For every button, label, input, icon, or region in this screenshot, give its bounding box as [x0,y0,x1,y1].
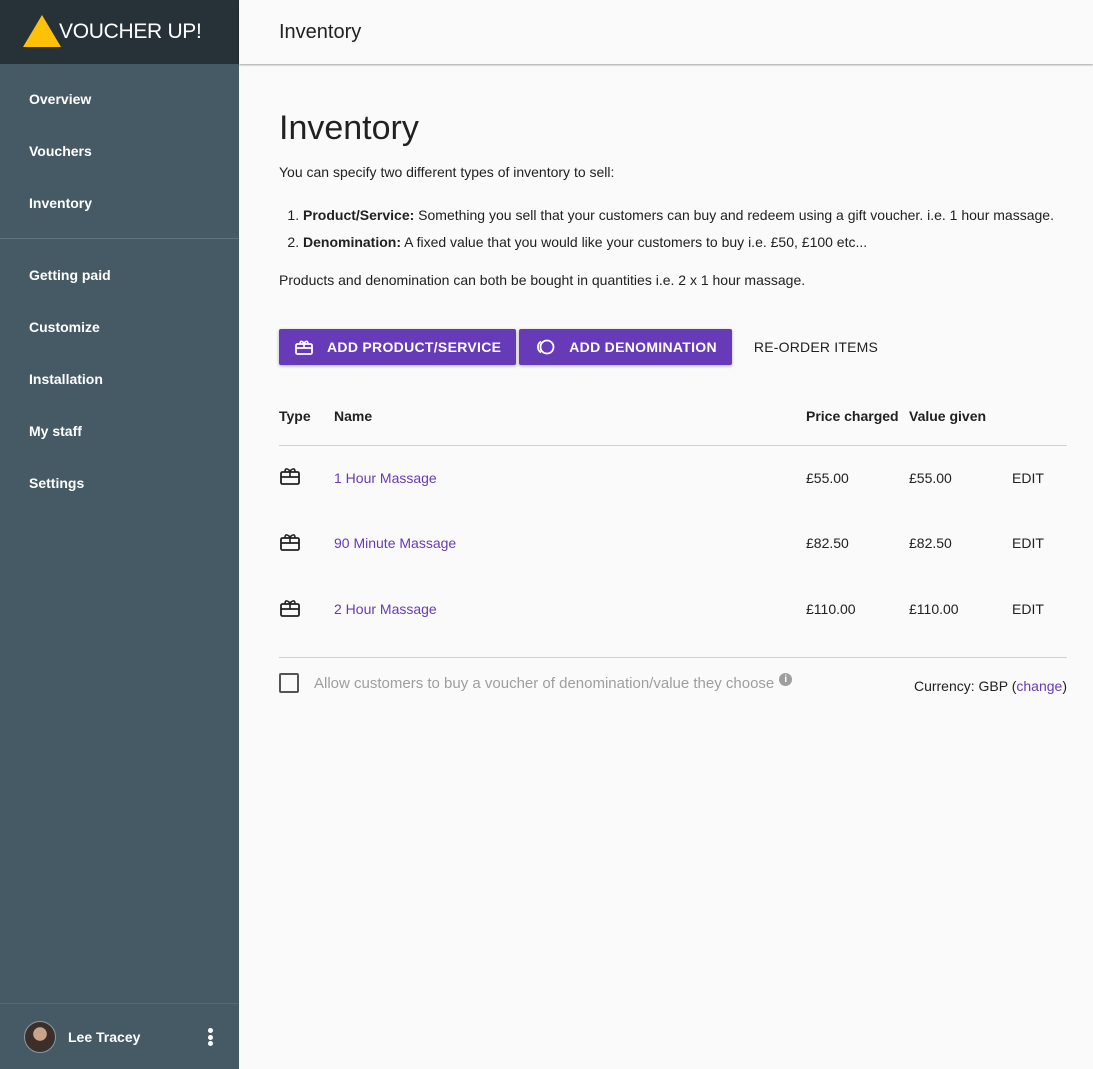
add-product-button[interactable]: ADD PRODUCT/SERVICE [279,329,517,365]
sidebar-item-overview[interactable]: Overview [0,73,239,125]
table-row: 1 Hour Massage £55.00 £55.00 EDIT [279,445,1067,510]
logo-triangle-icon [23,15,61,47]
gift-card-icon [279,599,301,621]
currency-text: Currency: GBP ( [913,678,1017,694]
price-cell: £82.50 [806,535,849,551]
gift-card-icon [295,338,313,356]
col-header-type: Type [279,388,334,446]
top-bar: Inventory [239,0,1093,64]
sidebar-nav: Overview Vouchers Inventory Getting paid… [0,64,239,509]
list-item: Denomination: A fixed value that you wou… [303,229,1054,256]
table-divider [279,657,1067,658]
add-denomination-label: ADD DENOMINATION [569,339,717,355]
add-product-label: ADD PRODUCT/SERVICE [327,339,502,355]
sidebar-divider [0,238,239,239]
top-bar-title: Inventory [279,21,362,43]
user-bar: Lee Tracey [0,1003,239,1069]
col-header-actions [1012,388,1067,446]
quantities-note: Products and denomination can both be bo… [279,272,806,288]
edit-button[interactable]: EDIT [1012,601,1044,617]
price-cell: £110.00 [806,601,856,617]
currency-info: Currency: GBP (change) [914,678,1067,694]
item-name-link[interactable]: 1 Hour Massage [334,470,437,486]
inventory-types-list: Product/Service: Something you sell that… [303,202,1054,256]
table-row: 90 Minute Massage £82.50 £82.50 EDIT [279,510,1067,576]
brand-name: VOUCHER UP! [59,20,202,43]
type-cell [279,445,334,510]
type-desc: Something you sell that your customers c… [414,207,1054,223]
avatar[interactable] [24,1020,56,1053]
value-cell: £82.50 [909,535,952,551]
gift-card-icon [279,468,301,489]
col-header-value: Value given [909,388,1012,446]
currency-suffix: ) [1062,678,1067,694]
allow-custom-label[interactable]: Allow customers to buy a voucher of deno… [314,675,774,692]
inventory-table: Type Name Price charged Value given 1 Ho… [279,388,1067,642]
col-header-price: Price charged [806,388,909,446]
user-name: Lee Tracey [68,1028,141,1045]
item-name-link[interactable]: 90 Minute Massage [334,535,456,551]
add-denomination-button[interactable]: ADD DENOMINATION [519,329,732,365]
sidebar-item-inventory[interactable]: Inventory [0,177,239,229]
value-cell: £55.00 [909,469,952,486]
coins-icon [535,338,555,356]
col-header-name: Name [334,388,806,446]
brand-logo[interactable]: VOUCHER UP! [0,0,239,64]
change-currency-link[interactable]: change [1016,678,1062,694]
type-term: Product/Service: [303,207,415,223]
edit-button[interactable]: EDIT [1012,470,1044,486]
type-cell [279,576,334,642]
item-name-link[interactable]: 2 Hour Massage [334,601,437,617]
sidebar-item-settings[interactable]: Settings [0,457,239,509]
reorder-items-button[interactable]: RE-ORDER ITEMS [738,329,894,365]
sidebar-item-my-staff[interactable]: My staff [0,405,239,457]
actions-bar: ADD PRODUCT/SERVICE ADD DENOMINATION RE-… [279,329,894,365]
allow-custom-row: Allow customers to buy a voucher of deno… [279,672,793,693]
type-cell [279,510,334,576]
edit-button[interactable]: EDIT [1012,535,1044,551]
table-row: 2 Hour Massage £110.00 £110.00 EDIT [279,576,1067,642]
type-term: Denomination: [303,234,401,250]
sidebar-item-installation[interactable]: Installation [0,353,239,405]
value-cell: £110.00 [909,601,959,617]
price-cell: £55.00 [806,469,849,486]
more-vert-icon[interactable] [205,1028,215,1046]
page-title: Inventory [279,109,419,147]
allow-custom-checkbox[interactable] [279,673,299,693]
sidebar-item-vouchers[interactable]: Vouchers [0,125,239,177]
gift-card-icon [279,533,301,555]
sidebar-item-customize[interactable]: Customize [0,301,239,353]
table-header-row: Type Name Price charged Value given [279,388,1067,446]
sidebar: VOUCHER UP! Overview Vouchers Inventory … [0,0,239,1069]
list-item: Product/Service: Something you sell that… [303,202,1054,229]
type-desc: A fixed value that you would like your c… [401,234,868,250]
intro-text: You can specify two different types of i… [279,164,615,180]
info-icon[interactable]: i [779,672,793,686]
sidebar-item-getting-paid[interactable]: Getting paid [0,249,239,301]
